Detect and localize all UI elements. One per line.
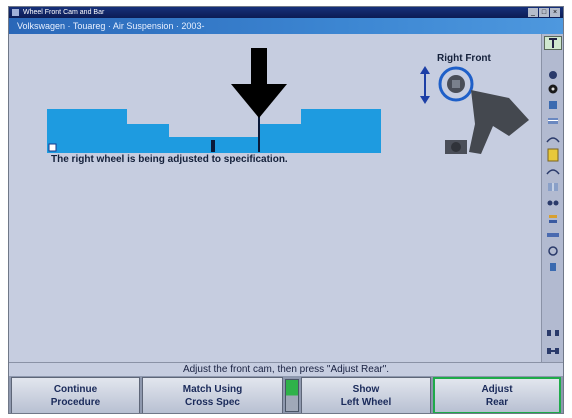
continue-procedure-button[interactable]: Continue Procedure (11, 377, 140, 413)
brake-icon[interactable] (544, 246, 562, 256)
wheel-hub-icon (438, 66, 474, 102)
adjust-icon[interactable] (544, 262, 562, 272)
title-bar: Wheel Front Cam and Bar _ □ × (9, 7, 563, 18)
adjustment-message: The right wheel is being adjusted to spe… (51, 154, 288, 165)
app-icon (12, 9, 19, 16)
arc-icon[interactable] (544, 166, 562, 176)
minimize-button[interactable]: _ (528, 8, 538, 17)
close-button[interactable]: × (550, 8, 560, 17)
vehicle-description: Volkswagen · Touareg · Air Suspension · … (17, 21, 205, 31)
vertical-adjust-icon (420, 66, 430, 104)
align-icon[interactable] (544, 100, 562, 110)
softkey-bar: Continue Procedure Match Using Cross Spe… (9, 376, 563, 413)
arc-icon[interactable] (544, 134, 562, 144)
print-icon[interactable] (544, 346, 562, 356)
toe-icon[interactable] (544, 198, 562, 208)
level-icon[interactable] (544, 230, 562, 240)
settings-icon[interactable] (544, 328, 562, 338)
camber-icon[interactable] (544, 70, 562, 80)
tool-icon[interactable] (544, 36, 562, 50)
down-arrow-pointer-icon (231, 48, 287, 118)
ride-height-icon[interactable] (544, 214, 562, 224)
caster-icon[interactable] (544, 116, 562, 126)
gauge-left-inner (127, 124, 169, 153)
yellow-marker-icon[interactable] (544, 148, 562, 162)
instruction-status-line: Adjust the front cam, then press "Adjust… (9, 362, 563, 377)
adjustment-display: Right Front The right wheel is being adj… (9, 34, 539, 362)
softkey-label: Adjust Rear (481, 383, 513, 408)
gauge-scale-icon (48, 143, 57, 152)
match-using-cross-spec-button[interactable]: Match Using Cross Spec (142, 377, 283, 413)
gauge-center-mark (211, 140, 215, 152)
status-indicator (285, 379, 299, 412)
tire-icon[interactable] (544, 84, 562, 94)
adjustment-gauge (47, 109, 381, 153)
wheel-position-label: Right Front (437, 53, 491, 64)
application-window: Wheel Front Cam and Bar _ □ × Volkswagen… (8, 6, 564, 414)
window-controls: _ □ × (528, 8, 560, 17)
vehicle-info-bar: Volkswagen · Touareg · Air Suspension · … (9, 18, 563, 34)
maximize-button[interactable]: □ (539, 8, 549, 17)
softkey-label: Show Left Wheel (340, 383, 392, 408)
grid-icon[interactable] (544, 182, 562, 192)
softkey-label: Continue Procedure (50, 383, 101, 408)
gauge-reading-line (258, 114, 260, 152)
window-title: Wheel Front Cam and Bar (23, 9, 105, 16)
gauge-right-outer (301, 109, 381, 153)
adjustment-graphic (47, 48, 529, 154)
adjust-rear-button[interactable]: Adjust Rear (433, 377, 561, 413)
softkey-label: Match Using Cross Spec (182, 383, 243, 408)
gauge-right-inner (259, 124, 301, 153)
right-toolbar (541, 34, 563, 362)
show-left-wheel-button[interactable]: Show Left Wheel (301, 377, 431, 413)
gauge-left-outer (47, 109, 127, 153)
